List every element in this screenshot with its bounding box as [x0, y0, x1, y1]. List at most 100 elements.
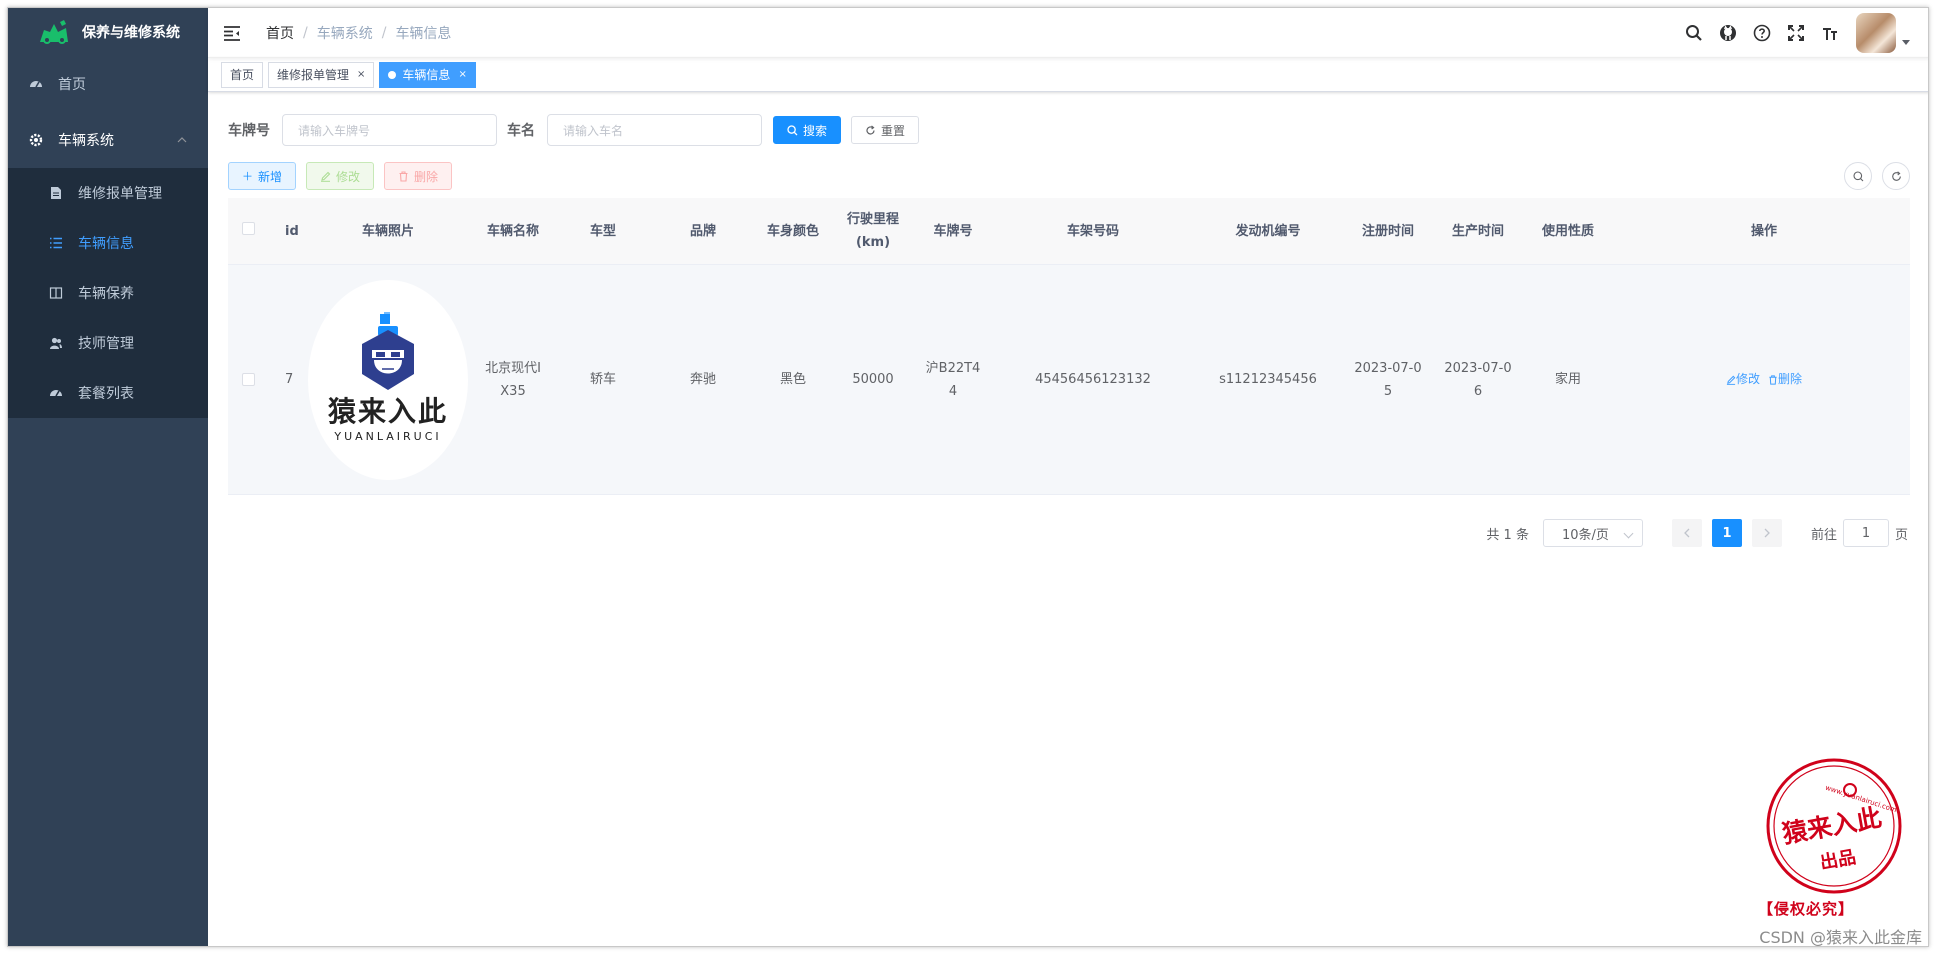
cell-brand: 奔驰: [689, 372, 716, 387]
photo-brand-text: 猿来入此: [327, 394, 448, 428]
page-size-select[interactable]: 10条/页: [1542, 519, 1643, 547]
sidebar-item-home[interactable]: 首页: [8, 56, 208, 112]
sidebar-group-vehicle-system[interactable]: 车辆系统: [8, 112, 208, 168]
row-edit-link[interactable]: 修改: [1726, 368, 1760, 391]
edit-button[interactable]: 修改: [306, 162, 375, 190]
active-dot-icon: [388, 70, 397, 79]
search-button[interactable]: 搜索: [773, 116, 842, 144]
search-form: 车牌号 请输入车牌号 车名 请输入车名 搜索 重置: [228, 114, 1910, 146]
th-engine: 发动机编号: [1235, 223, 1301, 239]
row-edit-label: 修改: [1735, 372, 1760, 386]
cell-plate-line1: 沪B22T4: [925, 360, 981, 376]
th-type: 车型: [589, 223, 616, 239]
th-mileage-line2: (km): [855, 235, 891, 250]
toggle-search-button[interactable]: [1844, 162, 1872, 190]
prev-page-button[interactable]: [1671, 519, 1702, 547]
reset-button[interactable]: 重置: [851, 116, 920, 144]
peoples-icon: [48, 335, 64, 351]
refresh-table-button[interactable]: [1882, 162, 1910, 190]
row-delete-label: 删除: [1778, 372, 1803, 386]
cell-photo: 猿来入此 YUANLAIRUCI: [308, 279, 468, 480]
jump-prefix: 前往: [1810, 527, 1837, 543]
close-icon[interactable]: ×: [357, 63, 365, 87]
question-icon[interactable]: [1752, 23, 1772, 43]
avatar[interactable]: [1856, 13, 1896, 53]
chevron-right-icon: [1764, 528, 1770, 538]
dashboard-icon: [28, 76, 44, 92]
cell-reg-line2: 5: [1383, 383, 1393, 399]
github-icon[interactable]: [1718, 23, 1738, 43]
breadcrumb-separator: /: [381, 24, 387, 41]
th-reg-date: 注册时间: [1361, 223, 1414, 239]
cell-name-line2: X35: [500, 383, 526, 399]
trash-icon: [1769, 374, 1777, 385]
page-size-value: 10条/页: [1561, 527, 1609, 543]
sidebar-submenu: 维修报单管理 车辆信息 车辆保养 技师管理 套餐列表: [8, 168, 208, 418]
cell-prod-date: 2023-07-0 6: [1438, 357, 1518, 403]
app-window: 保养与维修系统 首页 车辆系统 维修报单管理 车辆信息 车辆保养 技师管理 套餐…: [7, 7, 1929, 947]
font-size-icon[interactable]: [1820, 23, 1840, 43]
navbar-right-menu: [1670, 8, 1910, 58]
copyright-stamp: www.yuanlairuci.com 猿来入此 出品: [1766, 758, 1902, 894]
table-row[interactable]: 7 猿来入此 YUANLAIRUCI 北京现代I X35 轿车 奔驰 黑色 50…: [228, 265, 1910, 494]
chevron-down-icon: [1623, 528, 1634, 539]
select-all-cell: [228, 220, 268, 243]
car-name-input[interactable]: 请输入车名: [547, 114, 762, 146]
refresh-icon: [866, 125, 875, 134]
caret-down-icon[interactable]: [1902, 39, 1910, 45]
close-icon[interactable]: ×: [458, 63, 466, 87]
cell-usage: 家用: [1554, 372, 1581, 387]
chevron-up-icon: [177, 137, 187, 143]
pagination-total: 共 1 条: [1486, 527, 1529, 543]
th-photo: 车辆照片: [361, 223, 414, 239]
hamburger-icon[interactable]: [222, 23, 242, 43]
sidebar-item-vehicle-maintenance[interactable]: 车辆保养: [8, 268, 208, 318]
sidebar-item-packages[interactable]: 套餐列表: [8, 368, 208, 418]
row-delete-link[interactable]: 删除: [1768, 368, 1802, 391]
cell-actions: 修改 删除: [1618, 368, 1910, 391]
plate-input[interactable]: 请输入车牌号: [282, 114, 497, 146]
sidebar-item-vehicle-info[interactable]: 车辆信息: [8, 218, 208, 268]
select-all-checkbox[interactable]: [241, 221, 255, 235]
sidebar-logo[interactable]: 保养与维修系统: [8, 8, 208, 56]
breadcrumb-current: 车辆信息: [395, 25, 452, 42]
sidebar: 保养与维修系统 首页 车辆系统 维修报单管理 车辆信息 车辆保养 技师管理 套餐…: [8, 8, 208, 946]
document-icon: [48, 185, 64, 201]
edit-icon: [321, 171, 331, 182]
fullscreen-icon[interactable]: [1786, 23, 1806, 43]
plus-icon: ＋: [242, 170, 253, 183]
tag-vehicle-info[interactable]: 车辆信息 ×: [379, 61, 476, 88]
breadcrumb: 首页 / 车辆系统 / 车辆信息: [266, 23, 451, 43]
cell-name: 北京现代I X35: [468, 357, 558, 403]
sidebar-item-technicians[interactable]: 技师管理: [8, 318, 208, 368]
tag-label: 车辆信息: [402, 67, 451, 82]
page-number[interactable]: 1: [1711, 519, 1742, 547]
vehicle-photo[interactable]: 猿来入此 YUANLAIRUCI: [308, 279, 468, 480]
breadcrumb-home[interactable]: 首页: [266, 23, 294, 43]
app-title: 保养与维修系统: [82, 25, 180, 41]
breadcrumb-separator: /: [303, 24, 308, 41]
sidebar-item-repair-orders[interactable]: 维修报单管理: [8, 168, 208, 218]
th-id: id: [285, 223, 299, 239]
add-button[interactable]: ＋ 新增: [228, 162, 297, 190]
cell-reg-line1: 2023-07-0: [1354, 360, 1422, 376]
monkey-logo-icon: [362, 311, 414, 390]
delete-button-label: 删除: [414, 169, 439, 184]
search-icon[interactable]: [1684, 23, 1704, 43]
sidebar-group-label: 车辆系统: [58, 133, 114, 149]
sidebar-item-label: 套餐列表: [78, 386, 134, 402]
delete-button[interactable]: 删除: [384, 162, 453, 190]
cell-mileage: 50000: [852, 372, 894, 387]
jump-page-input[interactable]: 1: [1842, 519, 1889, 547]
tag-repair-orders[interactable]: 维修报单管理 ×: [268, 61, 375, 88]
tag-label: 维修报单管理: [277, 67, 350, 82]
cell-plate-line2: 4: [948, 383, 958, 399]
chevron-left-icon: [1684, 528, 1690, 538]
row-checkbox[interactable]: [241, 373, 255, 386]
th-vin: 车架号码: [1066, 223, 1119, 239]
breadcrumb-vehicle-system: 车辆系统: [316, 25, 373, 42]
tag-home[interactable]: 首页: [221, 61, 264, 88]
next-page-button[interactable]: [1751, 519, 1782, 547]
tags-view: 首页 维修报单管理 × 车辆信息 ×: [208, 58, 1928, 92]
csdn-watermark: CSDN @猿来入此金库: [1759, 928, 1922, 947]
